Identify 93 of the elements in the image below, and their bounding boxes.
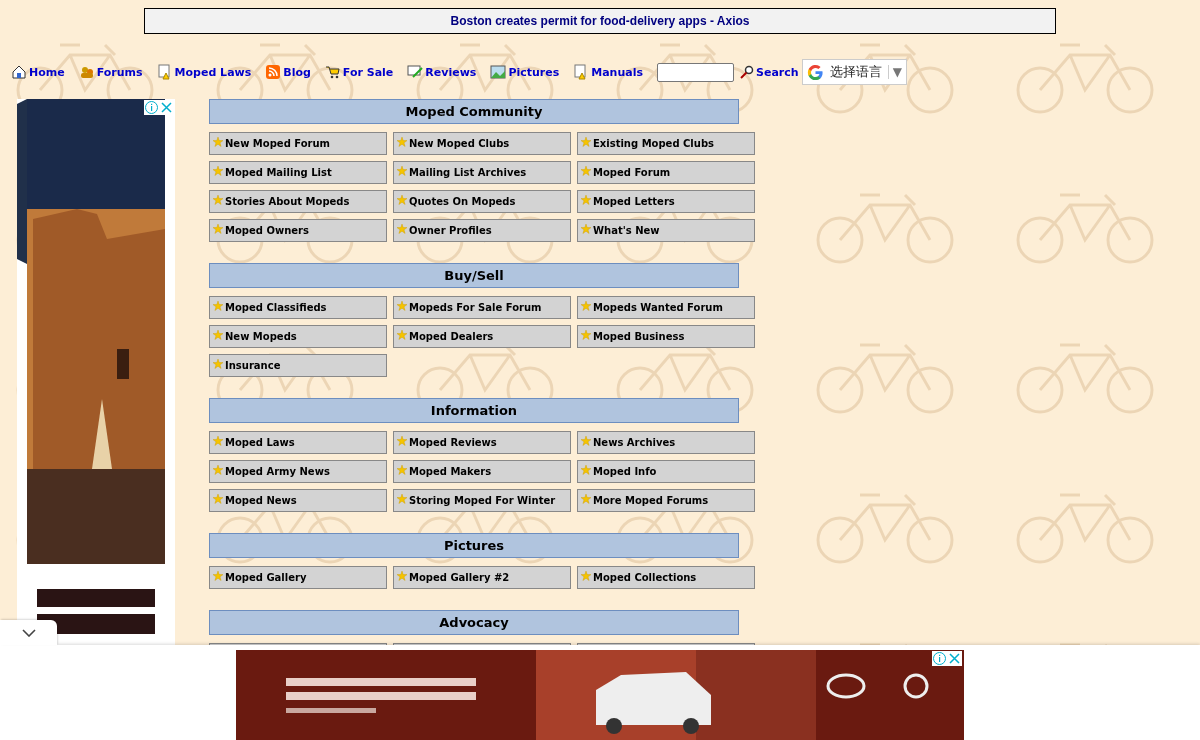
close-icon[interactable] [159,100,174,115]
section-header: Moped Community [209,99,739,124]
star-icon [213,136,223,147]
menu-link[interactable]: Mailing List Archives [393,161,571,184]
star-icon [397,570,407,581]
menu-link[interactable]: Owner Profiles [393,219,571,242]
menu-link[interactable]: Moped News [209,489,387,512]
rss-icon [265,64,282,80]
menu-link[interactable]: Moped Gallery [209,566,387,589]
language-selector[interactable]: 选择语言 ▼ [801,59,907,85]
search-link[interactable]: Search [740,65,799,79]
menu-link[interactable]: Mopeds Wanted Forum [577,296,755,319]
section-header: Pictures [209,533,739,558]
close-icon[interactable] [947,651,962,666]
pencil-icon [407,64,424,80]
star-icon [581,223,591,234]
menu-link[interactable]: Moped Business [577,325,755,348]
search-icon [740,65,755,79]
menu-link[interactable]: Insurance [209,354,387,377]
star-icon [581,464,591,475]
nav-link[interactable]: Manuals [573,64,644,80]
star-icon [581,300,591,311]
menu-link[interactable]: Moped Mailing List [209,161,387,184]
star-icon [397,165,407,176]
menu-link[interactable]: New Mopeds [209,325,387,348]
cart-icon [324,64,341,80]
menu-link[interactable]: Moped Collections [577,566,755,589]
nav-link[interactable]: Pictures [490,64,560,80]
g-logo-icon [806,63,824,81]
menu-link[interactable]: Moped Letters [577,190,755,213]
star-icon [213,464,223,475]
menu-link[interactable]: Storing Moped For Winter [393,489,571,512]
star-icon [213,194,223,205]
star-icon [213,329,223,340]
star-icon [581,493,591,504]
star-icon [581,570,591,581]
menu-link[interactable]: What's New [577,219,755,242]
menu-link[interactable]: Moped Owners [209,219,387,242]
menu-link[interactable]: Existing Moped Clubs [577,132,755,155]
nav-link[interactable]: Home [11,64,65,80]
menu-link[interactable]: More Moped Forums [577,489,755,512]
star-icon [213,223,223,234]
menu-link[interactable]: Moped Info [577,460,755,483]
menu-link[interactable]: New Moped Forum [209,132,387,155]
star-icon [581,194,591,205]
star-icon [213,570,223,581]
star-icon [581,165,591,176]
star-icon [581,329,591,340]
star-icon [213,165,223,176]
star-icon [397,223,407,234]
news-ticker[interactable]: Boston creates permit for food-delivery apps - Axios [144,8,1056,34]
chevron-down-icon [21,628,36,637]
star-icon [397,493,407,504]
star-icon [213,358,223,369]
nav-link[interactable]: Reviews [407,64,477,80]
menu-link[interactable]: Moped Makers [393,460,571,483]
menu-link[interactable]: Moped Laws [209,431,387,454]
star-icon [581,435,591,446]
menu-link[interactable]: Quotes On Mopeds [393,190,571,213]
page-icon [156,64,173,80]
collapse-tab[interactable] [0,620,57,645]
menu-link[interactable]: Moped Classifieds [209,296,387,319]
section-header: Information [209,398,739,423]
star-icon [397,300,407,311]
menu-link[interactable]: Moped Gallery #2 [393,566,571,589]
star-icon [397,329,407,340]
menu-link[interactable]: New Moped Clubs [393,132,571,155]
menu-link[interactable]: Stories About Mopeds [209,190,387,213]
menu-link[interactable]: Mopeds For Sale Forum [393,296,571,319]
star-icon [213,300,223,311]
star-icon [213,435,223,446]
star-icon [397,464,407,475]
nav-link[interactable]: For Sale [324,64,394,80]
people-icon [78,64,95,80]
star-icon [397,136,407,147]
house-icon [11,64,27,80]
info-icon[interactable] [932,651,947,666]
info-icon[interactable] [144,100,159,115]
menu-link[interactable]: Moped Dealers [393,325,571,348]
section-header: Advocacy [209,610,739,635]
image-icon [490,64,507,80]
star-icon [581,136,591,147]
section-header: Buy/Sell [209,263,739,288]
menu-link[interactable]: Moped Forum [577,161,755,184]
menu-link[interactable]: Moped Reviews [393,431,571,454]
menu-link[interactable]: Moped Army News [209,460,387,483]
nav-link[interactable]: Moped Laws [156,64,252,80]
nav-link[interactable]: Blog [265,64,311,80]
star-icon [213,493,223,504]
menu-link[interactable]: News Archives [577,431,755,454]
star-icon [397,435,407,446]
star-icon [397,194,407,205]
nav-link[interactable]: Forums [78,64,143,80]
